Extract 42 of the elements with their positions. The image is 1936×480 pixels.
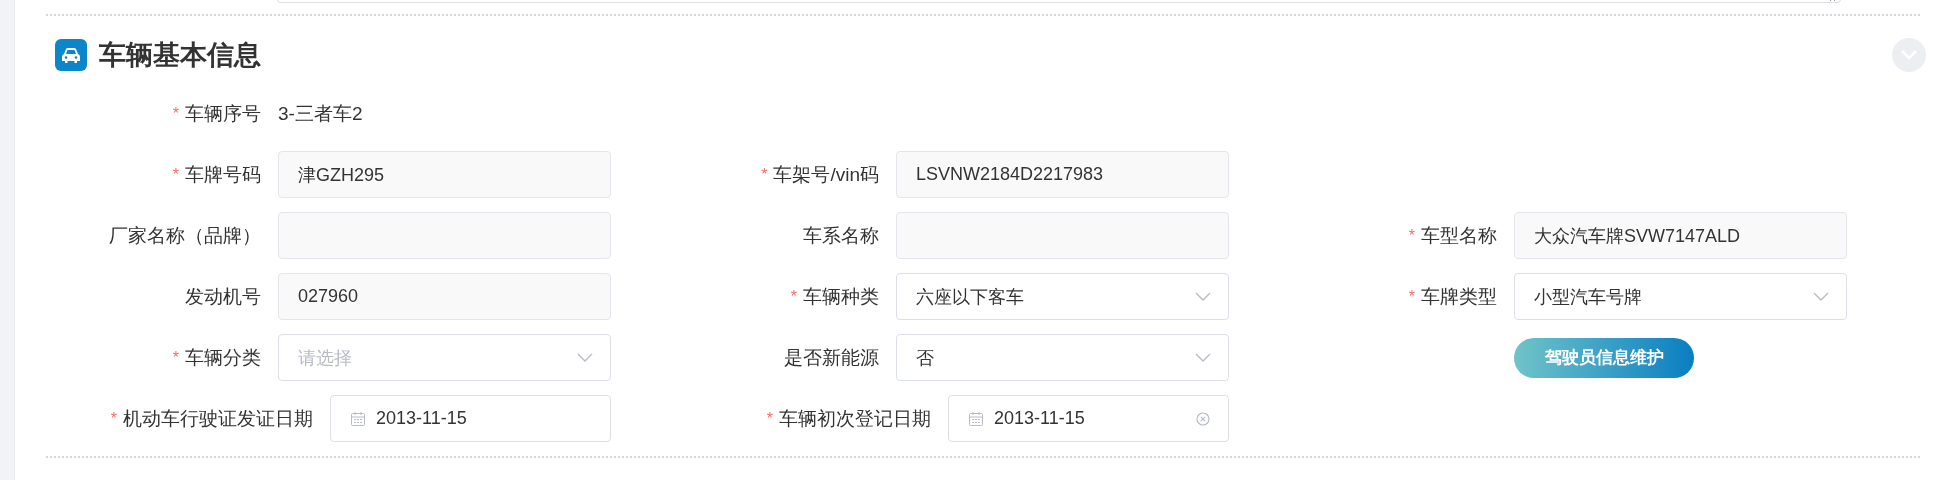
input-field[interactable]: 大众汽车牌SVW7147ALD	[1514, 212, 1847, 259]
input-field[interactable]	[278, 212, 611, 259]
field-label: 机动车行驶证发证日期	[123, 406, 313, 431]
required-mark: *	[790, 287, 797, 306]
required-mark: *	[761, 165, 768, 184]
input-field[interactable]: LSVNW2184D2217983	[896, 151, 1229, 198]
field-label: 车架号/vin码	[773, 162, 879, 187]
field-label: 车型名称	[1421, 223, 1497, 248]
input-field[interactable]: 津GZH295	[278, 151, 611, 198]
field-label: 车辆序号	[185, 101, 261, 126]
required-mark: *	[172, 348, 179, 367]
required-mark: *	[766, 409, 773, 428]
required-mark: *	[172, 104, 179, 123]
input-field[interactable]	[896, 212, 1229, 259]
required-mark: *	[110, 409, 117, 428]
caret-icon	[1195, 353, 1211, 362]
field-label: 车牌类型	[1421, 284, 1497, 309]
field-label: 是否新能源	[784, 345, 879, 370]
dropdown-field[interactable]: 六座以下客车	[896, 273, 1229, 320]
field-label: 厂家名称（品牌）	[109, 223, 261, 248]
date-field[interactable]: 2013-11-15	[948, 395, 1229, 442]
field-label: 发动机号	[185, 284, 261, 309]
caret-icon	[1813, 292, 1829, 301]
calendar-icon	[350, 410, 366, 427]
caret-icon	[1195, 292, 1211, 301]
field-label: 车辆分类	[185, 345, 261, 370]
dropdown-field[interactable]: 否	[896, 334, 1229, 381]
required-mark: *	[1408, 287, 1415, 306]
date-field[interactable]: 2013-11-15	[330, 395, 611, 442]
input-field[interactable]: 027960	[278, 273, 611, 320]
field-label: 车辆种类	[803, 284, 879, 309]
field-label: 车系名称	[803, 223, 879, 248]
field-label: 车辆初次登记日期	[779, 406, 931, 431]
calendar-icon	[968, 410, 984, 427]
required-mark: *	[172, 165, 179, 184]
field-label: 车牌号码	[185, 162, 261, 187]
required-mark: *	[1408, 226, 1415, 245]
field-value: 3-三者车2	[278, 101, 364, 126]
car-icon	[55, 39, 87, 71]
section-title: 车辆基本信息	[99, 39, 261, 72]
caret-icon	[577, 353, 593, 362]
dropdown-field[interactable]: 小型汽车号牌	[1514, 273, 1847, 320]
